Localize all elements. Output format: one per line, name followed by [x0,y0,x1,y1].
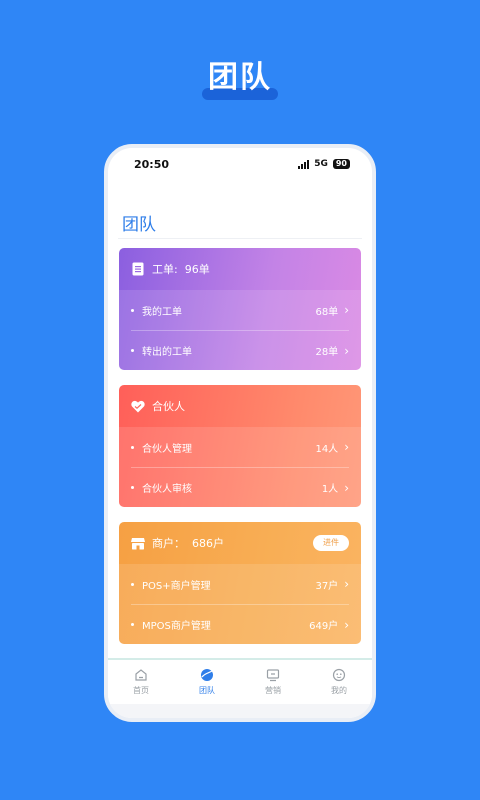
document-icon [131,262,145,276]
pos-merchant-management-row[interactable]: POS+商户管理 37户 › [131,564,349,604]
row-label: MPOS商户管理 [142,621,211,632]
status-time: 20:50 [134,157,170,171]
row-value: 28单 [315,347,339,358]
bullet-icon [131,486,134,489]
row-label: 我的工单 [142,306,182,318]
partner-card-header: 合伙人 [119,385,361,427]
row-left: 合伙人管理 [131,440,192,455]
row-value: 1人 [321,484,339,495]
row-value: 14人 [315,443,339,455]
chevron-right-icon: › [344,577,349,591]
row-left: POS+商户管理 [131,577,211,592]
tab-profile[interactable]: 我的 [309,668,369,696]
row-value: 649户 [309,621,339,632]
row-left: 我的工单 [131,303,182,318]
promo-headline-text: 团队 [202,52,278,100]
chevron-right-icon: › [344,303,349,317]
row-label: 转出的工单 [142,347,192,358]
row-label: 合伙人审核 [142,484,192,495]
status-bar: 20:50 5G 90 [108,148,372,180]
tab-label: 我的 [331,686,347,695]
merchant-header-label: 商户： [152,537,185,550]
bullet-icon [131,349,134,352]
merchant-card-body: POS+商户管理 37户 › MPOS商户管理 649户 › [119,564,361,644]
tab-home[interactable]: 首页 [111,668,171,696]
promo-headline-label: 团队 [208,60,272,95]
chevron-right-icon: › [344,343,349,358]
my-work-orders-row[interactable]: 我的工单 68单 › [131,290,349,330]
merchant-card-header: 商户： 686户 进件 [119,522,361,564]
row-label: 合伙人管理 [142,443,192,455]
app-screen: 20:50 5G 90 团队 工单: 96单 我的工单 68单 › 转出的工单 … [108,148,372,718]
network-label: 5G [314,159,328,169]
row-right: 14人 › [315,440,349,455]
bullet-icon [131,308,134,312]
merchant-card: 商户： 686户 进件 POS+商户管理 37户 › MPOS商户管理 649户… [119,522,361,644]
tab-marketing[interactable]: 营销 [243,668,303,696]
work-order-card-header: 工单: 96单 [119,248,361,290]
partner-review-row[interactable]: 合伙人审核 1人 › [131,467,349,507]
partner-management-row[interactable]: 合伙人管理 14人 › [131,427,349,467]
title-divider [118,238,362,239]
row-value: 68单 [315,306,339,318]
bullet-icon [131,582,134,586]
row-left: 转出的工单 [131,343,192,358]
home-indicator-area [108,704,372,718]
row-left: MPOS商户管理 [131,617,211,632]
tab-label: 团队 [199,686,215,695]
transferred-work-orders-row[interactable]: 转出的工单 28单 › [131,330,349,370]
row-right: 1人 › [321,480,349,496]
row-right: 68单 › [315,303,349,318]
mpos-merchant-management-row[interactable]: MPOS商户管理 649户 › [131,604,349,644]
row-label: POS+商户管理 [142,580,211,592]
chevron-right-icon: › [344,480,349,495]
page-title: 团队 [122,215,156,235]
bullet-icon [131,445,134,449]
bullet-icon [131,623,134,626]
chevron-right-icon: › [344,617,349,632]
battery-icon: 90 [332,159,350,169]
tab-label: 营销 [265,686,281,695]
tab-label: 首页 [133,686,149,695]
promo-headline: 团队 [0,52,480,100]
bottom-tab-bar: 首页 团队 营销 我的 [108,658,372,704]
store-icon [131,536,145,550]
merchant-header-value: 686户 [192,537,224,550]
partner-card: 合伙人 合伙人管理 14人 › 合伙人审核 1人 › [119,385,361,507]
handshake-heart-icon [131,399,145,413]
chevron-right-icon: › [344,440,349,454]
team-icon [201,669,213,681]
home-icon [135,669,147,681]
work-order-card-body: 我的工单 68单 › 转出的工单 28单 › [119,290,361,370]
partner-card-body: 合伙人管理 14人 › 合伙人审核 1人 › [119,427,361,507]
row-right: 649户 › [309,617,349,633]
work-order-card: 工单: 96单 我的工单 68单 › 转出的工单 28单 › [119,248,361,370]
partner-header-label: 合伙人 [152,400,185,413]
work-order-header-value: 96单 [184,263,210,276]
row-right: 28单 › [315,343,349,359]
row-value: 37户 [315,580,339,592]
phone-frame: 20:50 5G 90 团队 工单: 96单 我的工单 68单 › 转出的工单 … [104,144,376,722]
status-indicators: 5G 90 [298,159,350,169]
signal-icon [298,159,310,169]
work-order-header-label: 工单: [152,263,178,276]
onboard-merchant-button[interactable]: 进件 [313,535,349,551]
row-right: 37户 › [315,577,349,592]
marketing-icon [266,669,280,682]
tab-team[interactable]: 团队 [177,668,237,696]
row-left: 合伙人审核 [131,480,192,495]
profile-icon [332,668,346,682]
